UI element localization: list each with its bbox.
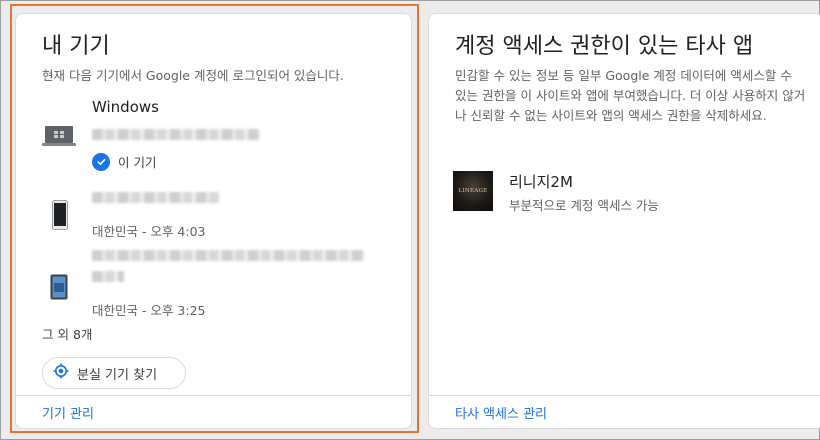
device-item-phone[interactable]: 대한민국 - 오후 4:03 xyxy=(42,188,392,239)
card-divider xyxy=(429,395,820,396)
app-item-lineage2m[interactable]: LINEAGE 리니지2M 부분적으로 계정 액세스 가능 xyxy=(453,171,793,213)
device-meta: 대한민국 - 오후 4:03 xyxy=(92,224,206,239)
redacted-details xyxy=(92,125,260,144)
app-name: 리니지2M xyxy=(509,173,573,191)
redacted-details xyxy=(92,246,364,286)
apps-card-title: 계정 액세스 권한이 있는 타사 앱 xyxy=(455,34,754,59)
device-item-tablet[interactable]: 대한민국 - 오후 3:25 xyxy=(42,246,392,318)
devices-card-description: 현재 다음 기기에서 Google 계정에 로그인되어 있습니다. xyxy=(42,68,344,83)
page-frame: 내 기기 현재 다음 기기에서 Google 계정에 로그인되어 있습니다. W… xyxy=(0,0,820,440)
devices-card-title: 내 기기 xyxy=(42,34,110,59)
check-circle-icon xyxy=(92,152,110,171)
location-target-icon xyxy=(53,363,69,383)
manage-third-party-access-link[interactable]: 타사 액세스 관리 xyxy=(455,403,547,422)
this-device-indicator: 이 기기 xyxy=(92,152,260,171)
device-meta: 대한민국 - 오후 3:25 xyxy=(92,303,206,318)
find-lost-device-label: 분실 기기 찾기 xyxy=(77,367,158,383)
tablet-icon xyxy=(50,274,68,304)
card-divider xyxy=(16,395,411,396)
device-item-windows[interactable]: Windows 이 기기 xyxy=(42,98,392,178)
find-lost-device-button[interactable]: 분실 기기 찾기 xyxy=(42,357,186,389)
devices-card: 내 기기 현재 다음 기기에서 Google 계정에 로그인되어 있습니다. W… xyxy=(15,13,412,429)
manage-devices-link[interactable]: 기기 관리 xyxy=(42,403,94,422)
laptop-icon xyxy=(42,124,76,152)
third-party-apps-card: 계정 액세스 권한이 있는 타사 앱 민감할 수 있는 정보 등 일부 Goog… xyxy=(428,13,820,429)
this-device-label: 이 기기 xyxy=(118,155,157,170)
app-access-level: 부분적으로 계정 액세스 가능 xyxy=(509,198,659,213)
phone-icon xyxy=(52,200,68,234)
app-logo-text: LINEAGE xyxy=(458,188,488,194)
apps-card-description: 민감할 수 있는 정보 등 일부 Google 계정 데이터에 액세스할 수 있… xyxy=(455,68,806,123)
app-logo: LINEAGE xyxy=(453,171,493,211)
redacted-details xyxy=(92,188,220,207)
device-name: Windows xyxy=(92,98,159,116)
more-devices-count: 그 외 8개 xyxy=(42,327,93,342)
